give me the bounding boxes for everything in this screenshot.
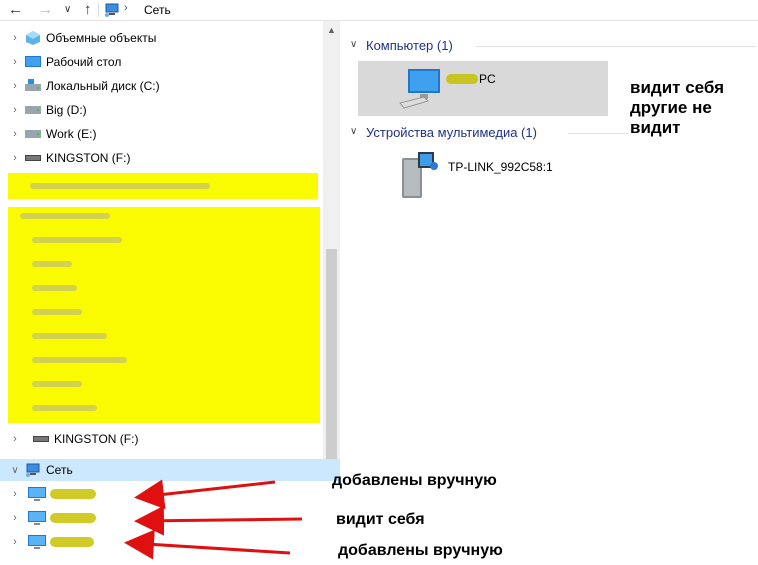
arrow-pc-1 (134, 479, 276, 510)
annotation-note: добавлены вручную (338, 542, 503, 559)
group-header-media[interactable]: Устройства мультимедиа (1) (366, 125, 537, 140)
annotation-note: видит себя (336, 511, 425, 528)
computer-item[interactable] (358, 61, 608, 116)
collapse-group-icon[interactable]: ∨ (350, 126, 357, 137)
group-divider (476, 46, 756, 47)
redacted-pc-name (446, 74, 478, 84)
arrow-pc-2 (134, 505, 303, 536)
group-divider (568, 133, 628, 134)
computer-icon (398, 67, 442, 112)
computer-name: PC (479, 72, 496, 86)
group-header-computer[interactable]: Компьютер (1) (366, 38, 453, 53)
collapse-group-icon[interactable]: ∨ (350, 39, 357, 50)
annotation-note: видит себя другие не видит (630, 78, 725, 137)
media-device-icon (398, 150, 440, 203)
arrow-pc-3 (124, 529, 291, 560)
media-device-name: TP-LINK_992C58:1 (448, 160, 553, 174)
annotation-note: добавлены вручную (332, 472, 497, 489)
